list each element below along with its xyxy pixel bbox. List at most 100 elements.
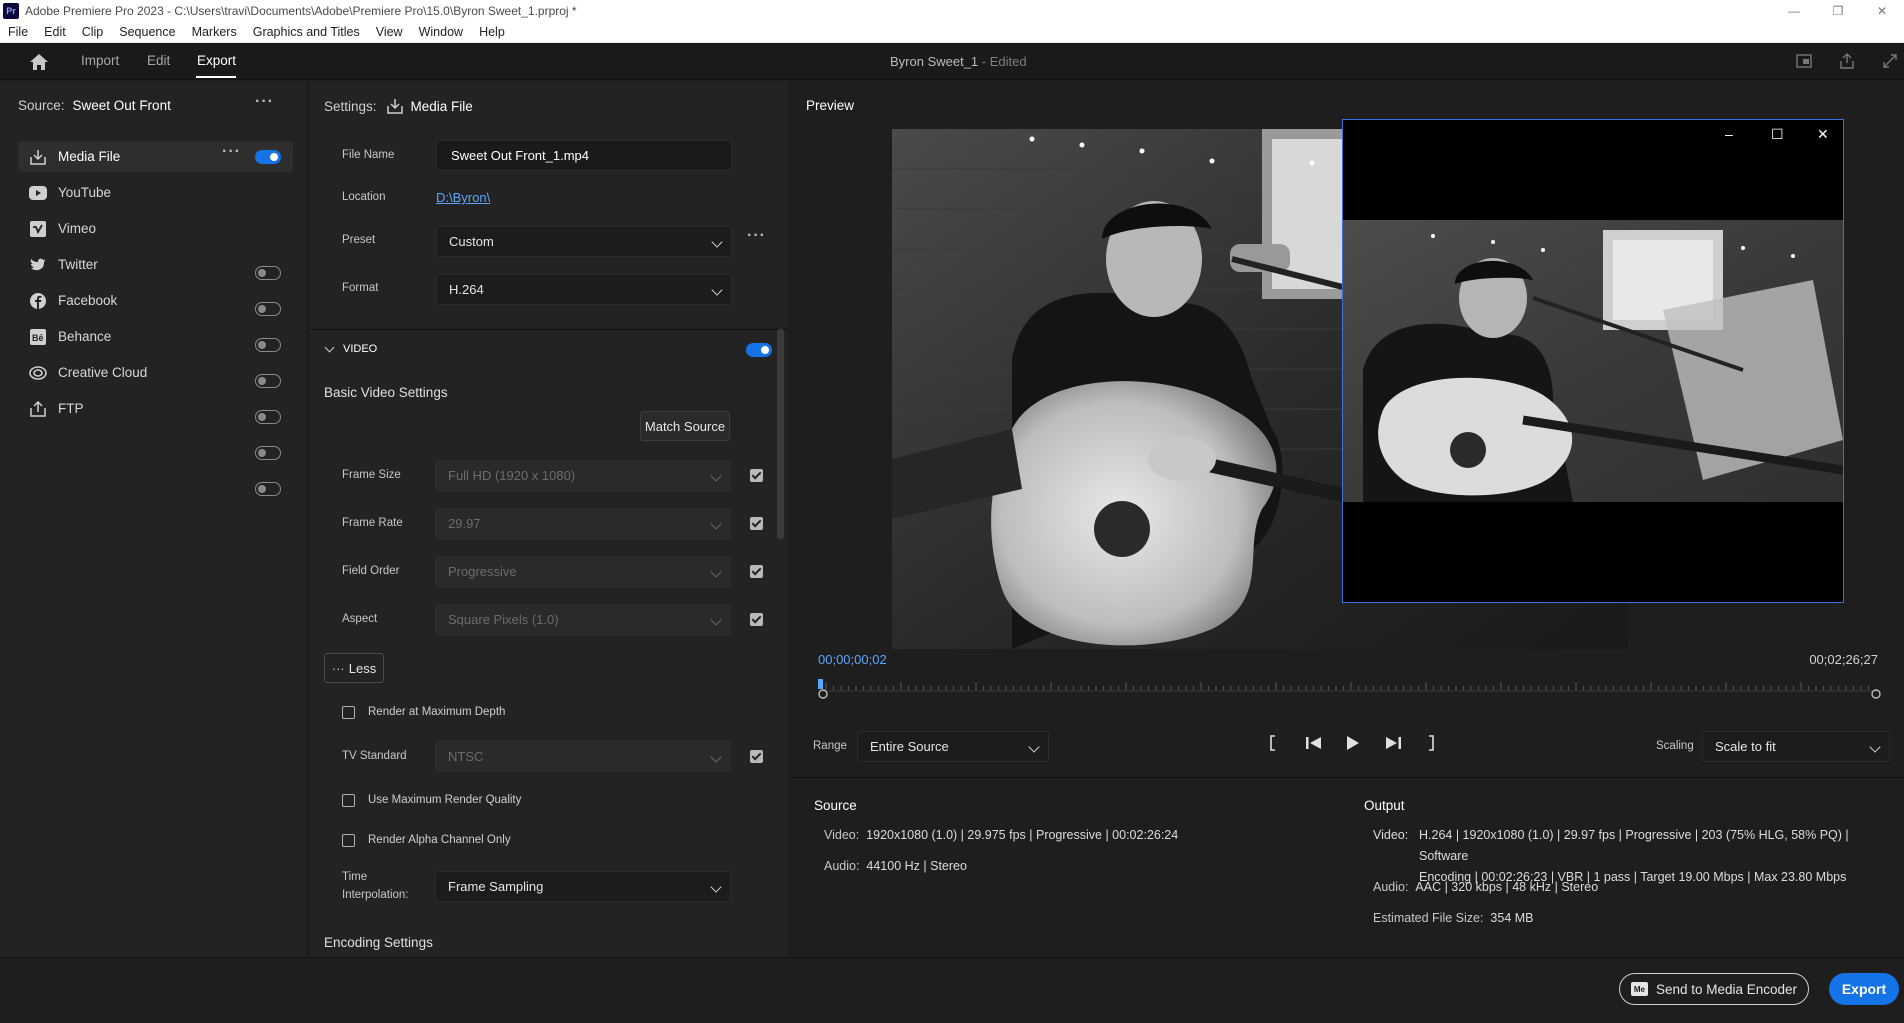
render-max-depth-label: Render at Maximum Depth: [368, 706, 506, 718]
frame-rate-checkbox[interactable]: [750, 517, 763, 530]
less-button[interactable]: ··· Less: [324, 653, 384, 683]
field-order-select[interactable]: Progressive: [435, 556, 731, 587]
tab-import[interactable]: Import: [81, 53, 119, 68]
menu-sequence[interactable]: Sequence: [111, 25, 183, 39]
tab-edit[interactable]: Edit: [147, 53, 170, 68]
destination-ftp[interactable]: FTP: [18, 393, 293, 424]
active-tab-indicator: [196, 76, 236, 78]
tv-standard-select[interactable]: NTSC: [435, 741, 731, 772]
export-button[interactable]: Export: [1829, 973, 1899, 1005]
max-render-quality-checkbox[interactable]: [342, 794, 355, 807]
creative-cloud-icon: [28, 363, 48, 383]
window-controls: — ❐ ✕: [1772, 0, 1904, 22]
menu-markers[interactable]: Markers: [184, 25, 245, 39]
send-to-media-encoder-button[interactable]: Me Send to Media Encoder: [1619, 973, 1809, 1005]
play-icon[interactable]: [1345, 734, 1361, 752]
aspect-value: Square Pixels (1.0): [448, 612, 559, 627]
format-value: H.264: [449, 282, 484, 297]
step-forward-icon[interactable]: [1383, 734, 1403, 752]
video-toggle[interactable]: [746, 343, 772, 357]
aspect-select[interactable]: Square Pixels (1.0): [435, 604, 731, 635]
quick-export-icon[interactable]: [1795, 52, 1813, 70]
time-interpolation-select[interactable]: Frame Sampling: [435, 871, 731, 902]
range-select[interactable]: Entire Source: [857, 731, 1049, 762]
frame-size-checkbox[interactable]: [750, 469, 763, 482]
share-icon[interactable]: [1838, 52, 1856, 70]
floating-preview-window[interactable]: – ☐ ✕: [1342, 119, 1844, 603]
range-label: Range: [813, 740, 847, 752]
menu-help[interactable]: Help: [471, 25, 513, 39]
match-source-button[interactable]: Match Source: [640, 411, 730, 441]
timeline-scrubber[interactable]: [818, 679, 1882, 705]
frame-size-select[interactable]: Full HD (1920 x 1080): [435, 460, 731, 491]
close-icon[interactable]: ✕: [1860, 0, 1904, 22]
menu-graphics-and-titles[interactable]: Graphics and Titles: [245, 25, 368, 39]
destination-label: Twitter: [58, 257, 98, 272]
frame-rate-select[interactable]: 29.97: [435, 508, 731, 539]
menu-file[interactable]: File: [0, 25, 36, 39]
tv-standard-checkbox[interactable]: [750, 750, 763, 763]
format-label: Format: [342, 282, 379, 294]
render-max-depth-checkbox[interactable]: [342, 706, 355, 719]
mark-out-icon[interactable]: [1425, 734, 1437, 752]
destination-label: FTP: [58, 401, 84, 416]
ftp-toggle[interactable]: [255, 482, 281, 496]
restore-icon[interactable]: ❐: [1816, 0, 1860, 22]
settings-label: Settings:: [324, 98, 377, 114]
facebook-icon: [28, 291, 48, 311]
maximize-icon[interactable]: ☐: [1771, 126, 1784, 143]
fullscreen-icon[interactable]: [1881, 52, 1899, 70]
file-name-input[interactable]: Sweet Out Front_1.mp4: [436, 140, 732, 171]
destination-media-file[interactable]: Media File: [18, 141, 293, 172]
close-icon[interactable]: ✕: [1817, 126, 1829, 143]
field-order-checkbox[interactable]: [750, 565, 763, 578]
source-more-icon[interactable]: ···: [255, 93, 274, 111]
render-alpha-checkbox[interactable]: [342, 834, 355, 847]
destination-vimeo[interactable]: Vimeo: [18, 213, 293, 244]
home-icon[interactable]: [28, 52, 50, 72]
frame-rate-value: 29.97: [448, 516, 481, 531]
destination-behance[interactable]: Bē Behance: [18, 321, 293, 352]
chevron-down-icon: [710, 566, 722, 578]
youtube-icon: [28, 183, 48, 203]
destination-creative-cloud[interactable]: Creative Cloud: [18, 357, 293, 388]
destination-label: YouTube: [58, 185, 112, 200]
output-info-heading: Output: [1364, 798, 1405, 813]
preset-more-icon[interactable]: ···: [747, 227, 766, 245]
media-file-more-icon[interactable]: ···: [222, 143, 241, 161]
video-section-header[interactable]: VIDEO: [324, 342, 377, 355]
step-back-icon[interactable]: [1304, 734, 1324, 752]
creative-cloud-toggle[interactable]: [255, 446, 281, 460]
minimize-icon[interactable]: –: [1725, 126, 1733, 142]
minimize-icon[interactable]: —: [1772, 0, 1816, 22]
time-interpolation-value: Frame Sampling: [448, 879, 544, 894]
output-audio-label: Audio:: [1373, 880, 1409, 894]
project-name: Byron Sweet_1: [890, 54, 979, 69]
less-label: Less: [348, 660, 377, 676]
menu-clip[interactable]: Clip: [74, 25, 112, 39]
destination-twitter[interactable]: Twitter: [18, 249, 293, 280]
project-status: - Edited: [981, 54, 1027, 69]
scaling-select[interactable]: Scale to fit: [1702, 731, 1890, 762]
menu-window[interactable]: Window: [411, 25, 471, 39]
chevron-down-icon: [710, 751, 722, 763]
preset-label: Preset: [342, 234, 376, 246]
destination-youtube[interactable]: YouTube: [18, 177, 293, 208]
destination-facebook[interactable]: Facebook: [18, 285, 293, 316]
menu-edit[interactable]: Edit: [36, 25, 74, 39]
location-link[interactable]: D:\Byron\: [436, 190, 490, 205]
preset-select[interactable]: Custom: [436, 226, 732, 257]
tab-export[interactable]: Export: [197, 53, 236, 68]
menu-view[interactable]: View: [368, 25, 411, 39]
aspect-checkbox[interactable]: [750, 613, 763, 626]
source-video-value: 1920x1080 (1.0) | 29.975 fps | Progressi…: [866, 828, 1179, 842]
timeline-ruler: [818, 679, 1881, 699]
media-encoder-icon: Me: [1630, 982, 1648, 996]
settings-scrollbar[interactable]: [777, 329, 784, 539]
current-timecode[interactable]: 00;00;00;02: [818, 652, 887, 667]
basic-video-settings-heading: Basic Video Settings: [324, 385, 448, 400]
mark-in-icon[interactable]: [1267, 734, 1279, 752]
more-icon: ···: [331, 660, 345, 676]
format-select[interactable]: H.264: [436, 274, 732, 305]
media-file-toggle[interactable]: [255, 150, 281, 164]
